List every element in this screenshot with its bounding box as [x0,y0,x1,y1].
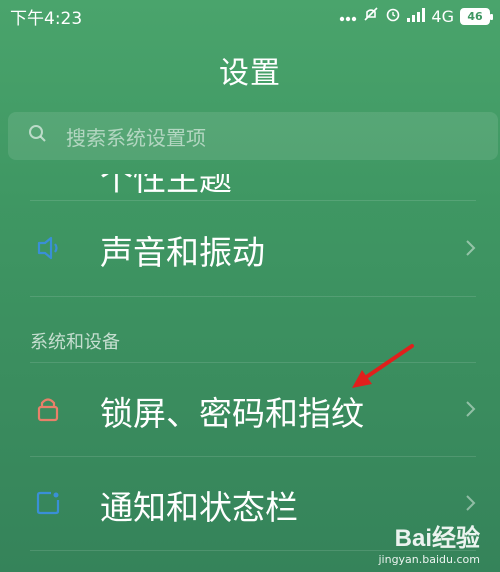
mute-icon [363,6,379,27]
page-title: 设置 [219,56,281,91]
settings-item-label: 声音和振动 [100,233,265,272]
search-icon [28,124,48,148]
watermark-url: jingyan.baidu.com [378,553,480,566]
alarm-icon [385,6,401,27]
chevron-right-icon [464,493,478,513]
watermark-brand: Bai经验 [394,525,480,552]
chevron-right-icon [464,238,478,258]
search-input[interactable]: 搜索系统设置项 [8,112,498,160]
status-icons: 4G 46 [339,6,493,27]
status-bar: 下午4:23 4G 46 [0,0,500,32]
chevron-right-icon [464,399,478,419]
network-type: 4G [431,7,454,26]
speaker-icon [33,233,63,263]
battery-icon: 46 [460,8,493,25]
status-time: 下午4:23 [10,8,83,29]
notification-icon [33,488,63,518]
lock-icon [33,394,63,424]
settings-item-lockscreen[interactable]: 锁屏、密码和指纹 [0,362,500,456]
settings-item-label: 通知和状态栏 [100,488,298,527]
watermark: Bai经验 jingyan.baidu.com [378,518,480,566]
settings-item-sound[interactable]: 声音和振动 [0,200,500,296]
settings-item-label: 锁屏、密码和指纹 [100,394,364,433]
search-placeholder: 搜索系统设置项 [66,125,206,150]
section-header: 系统和设备 [30,332,120,353]
more-dots-icon [339,7,357,27]
battery-level: 46 [467,10,483,23]
signal-icon [407,7,426,27]
divider [30,296,476,297]
annotation-arrow-icon [340,340,420,400]
